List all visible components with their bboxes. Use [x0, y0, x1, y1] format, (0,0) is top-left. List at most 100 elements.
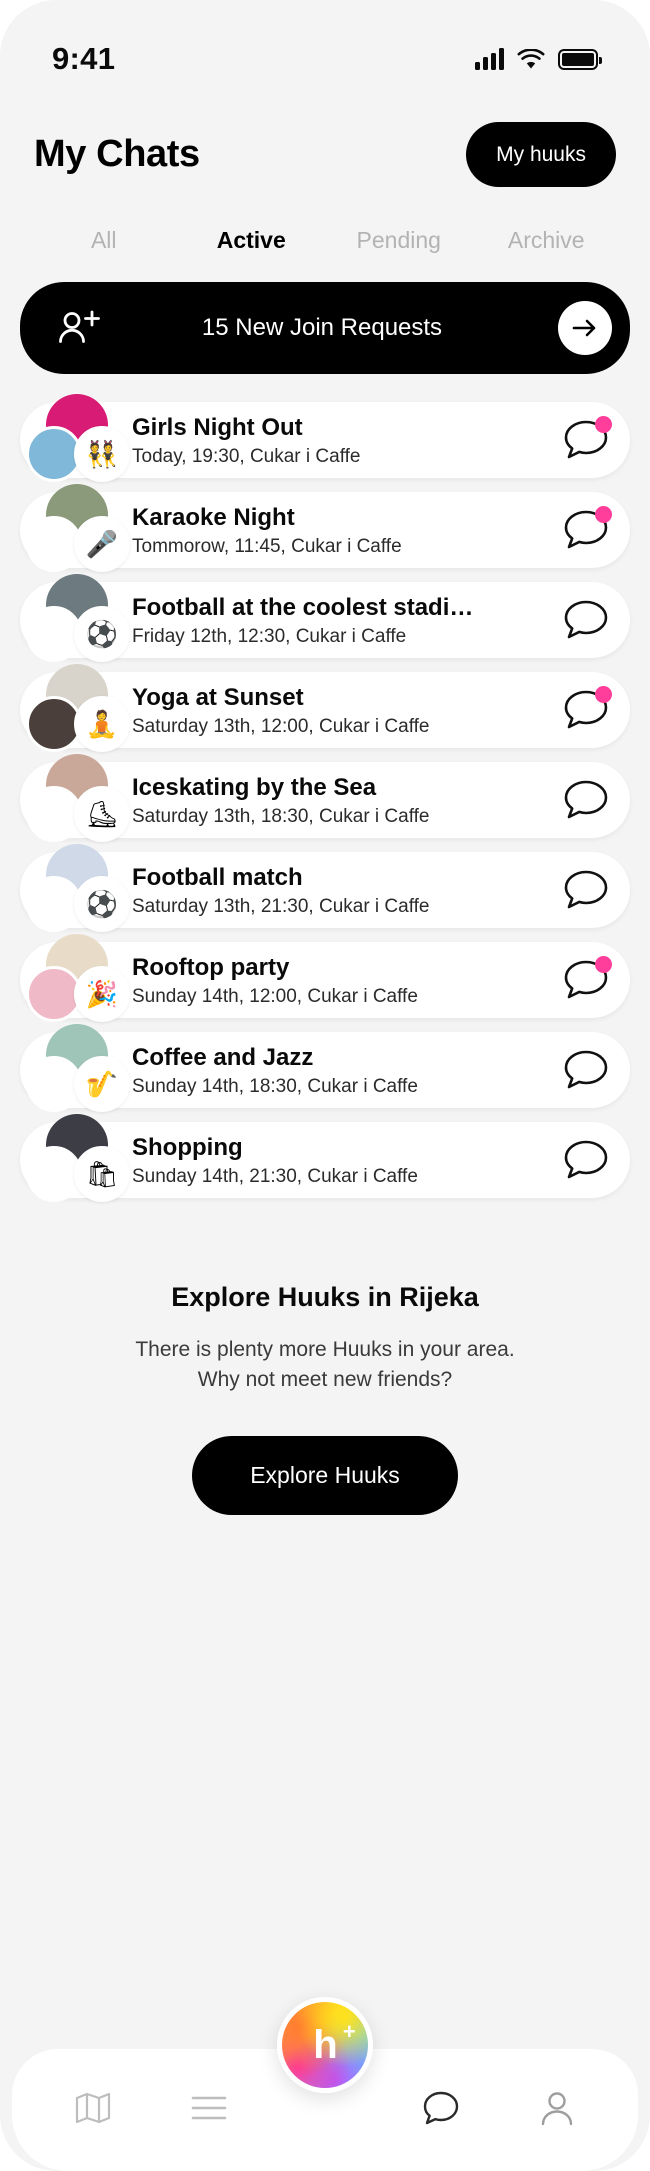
explore-title: Explore Huuks in Rijeka: [171, 1282, 479, 1312]
unread-dot: [595, 686, 612, 703]
chat-title: Shopping: [132, 1133, 243, 1161]
explore-subtitle-line1: There is plenty more Huuks in your area.: [135, 1338, 515, 1361]
arrow-right-icon[interactable]: [558, 301, 612, 355]
signal-bars-icon: [475, 48, 504, 70]
phone-screen: 9:41 My Chats My huuks All Active Pendin…: [0, 0, 650, 2171]
nav-chat-button[interactable]: [414, 2083, 468, 2137]
chat-bubble-icon[interactable]: [562, 416, 612, 462]
nav-list-button[interactable]: [182, 2083, 236, 2137]
chat-bubble-icon[interactable]: [562, 1138, 610, 1182]
fab-letter: h: [313, 2023, 337, 2067]
chat-text: Football at the coolest stadi… Friday 12t…: [132, 593, 554, 648]
chat-text: Yoga at Sunset Saturday 13th, 12:00, Cuka…: [132, 683, 554, 738]
join-requests-banner[interactable]: 15 New Join Requests: [20, 282, 630, 374]
chat-text: Karaoke Night Tommorow, 11:45, Cukar i Ca…: [132, 503, 554, 558]
fab-superscript: +: [342, 2019, 356, 2044]
explore-subtitle: There is plenty more Huuks in your area.…: [40, 1335, 610, 1396]
person-icon: [538, 2088, 576, 2133]
chat-row[interactable]: 🎤 Karaoke Night Tommorow, 11:45, Cukar i C…: [20, 484, 630, 572]
nav-map-button[interactable]: [66, 2083, 120, 2137]
avatar-group: 👯: [24, 394, 130, 486]
page-title: My Chats: [34, 133, 200, 175]
chat-title: Girls Night Out: [132, 413, 303, 441]
chat-title: Karaoke Night: [132, 503, 295, 531]
chat-emoji-badge: 👯: [74, 426, 130, 482]
bottom-nav-wrapper: h +: [0, 1981, 650, 2171]
chat-bubble-icon[interactable]: [562, 778, 610, 822]
chat-row[interactable]: 🎉 Rooftop party Sunday 14th, 12:00, Cukar …: [20, 934, 630, 1022]
chat-row[interactable]: ⚽ Football at the coolest stadi… Friday 12…: [20, 574, 630, 662]
status-time: 9:41: [52, 41, 116, 76]
chat-emoji-badge: 🛍: [74, 1146, 130, 1202]
explore-section: Explore Huuks in Rijeka There is plenty …: [0, 1282, 650, 1515]
chat-row[interactable]: ⛸ Iceskating by the Sea Saturday 13th, 18:…: [20, 754, 630, 842]
chat-subtitle: Today, 19:30, Cukar i Caffe: [132, 445, 361, 467]
avatar-group: 🎤: [24, 484, 130, 576]
chat-title: Yoga at Sunset: [132, 683, 304, 711]
chat-row[interactable]: ⚽ Football match Saturday 13th, 21:30, Cuk…: [20, 844, 630, 932]
chat-text: Coffee and Jazz Sunday 14th, 18:30, Cukar…: [132, 1043, 554, 1098]
huuk-plus-icon: h +: [313, 2021, 355, 2067]
chat-bubble-icon: [421, 2089, 461, 2132]
chat-emoji-badge: ⚽: [74, 606, 130, 662]
chat-bubble-icon[interactable]: [562, 598, 610, 642]
chat-subtitle: Sunday 14th, 12:00, Cukar i Caffe: [132, 985, 418, 1007]
chat-filter-tabs: All Active Pending Archive: [0, 187, 650, 254]
chat-emoji-badge: 🎉: [74, 966, 130, 1022]
tab-all[interactable]: All: [30, 227, 178, 254]
unread-dot: [595, 416, 612, 433]
chat-text: Shopping Sunday 14th, 21:30, Cukar i Caff…: [132, 1133, 554, 1188]
chat-emoji-badge: ⛸: [74, 786, 130, 842]
chat-row[interactable]: 👯 Girls Night Out Today, 19:30, Cukar i Ca…: [20, 394, 630, 482]
chat-subtitle: Saturday 13th, 21:30, Cukar i Caffe: [132, 895, 430, 917]
chat-subtitle: Friday 12th, 12:30, Cukar i Caffe: [132, 625, 407, 647]
wifi-icon: [517, 48, 545, 70]
avatar-group: 🧘: [24, 664, 130, 756]
chat-text: Iceskating by the Sea Saturday 13th, 18:3…: [132, 773, 554, 828]
unread-dot: [595, 956, 612, 973]
avatar-group: ⛸: [24, 754, 130, 846]
chat-title: Football at the coolest stadi…: [132, 593, 474, 621]
chat-emoji-badge: 🎷: [74, 1056, 130, 1112]
create-huuk-fab[interactable]: h +: [277, 1997, 373, 2093]
explore-huuks-button[interactable]: Explore Huuks: [192, 1435, 458, 1515]
chat-list: 👯 Girls Night Out Today, 19:30, Cukar i Ca…: [0, 394, 650, 1202]
status-bar: 9:41: [0, 0, 650, 96]
chat-row[interactable]: 🎷 Coffee and Jazz Sunday 14th, 18:30, Cuka…: [20, 1024, 630, 1112]
chat-bubble-icon[interactable]: [562, 1048, 610, 1092]
chat-bubble-icon[interactable]: [562, 868, 610, 912]
chat-bubble-icon[interactable]: [562, 506, 612, 552]
header: My Chats My huuks: [0, 96, 650, 187]
chat-text: Rooftop party Sunday 14th, 12:00, Cukar i…: [132, 953, 554, 1008]
chat-title: Football match: [132, 863, 303, 891]
avatar-group: 🎷: [24, 1024, 130, 1116]
chat-emoji-badge: ⚽: [74, 876, 130, 932]
status-icons: [475, 48, 602, 70]
chat-emoji-badge: 🧘: [74, 696, 130, 752]
unread-dot: [595, 506, 612, 523]
chat-subtitle: Sunday 14th, 18:30, Cukar i Caffe: [132, 1075, 418, 1097]
chat-subtitle: Saturday 13th, 18:30, Cukar i Caffe: [132, 805, 430, 827]
explore-subtitle-line2: Why not meet new friends?: [197, 1368, 453, 1392]
chat-row[interactable]: 🧘 Yoga at Sunset Saturday 13th, 12:00, Cuk…: [20, 664, 630, 752]
battery-full-icon: [558, 48, 602, 70]
tab-archive[interactable]: Archive: [473, 227, 621, 254]
nav-profile-button[interactable]: [530, 2083, 584, 2137]
avatar-group: ⚽: [24, 844, 130, 936]
chat-subtitle: Sunday 14th, 21:30, Cukar i Caffe: [132, 1165, 418, 1187]
chat-row[interactable]: 🛍 Shopping Sunday 14th, 21:30, Cukar i Caf…: [20, 1114, 630, 1202]
chat-bubble-icon[interactable]: [562, 686, 612, 732]
tab-active[interactable]: Active: [178, 227, 326, 254]
chat-title: Rooftop party: [132, 953, 290, 981]
tab-pending[interactable]: Pending: [325, 227, 473, 254]
my-huuks-button[interactable]: My huuks: [466, 122, 616, 187]
join-requests-label: 15 New Join Requests: [201, 314, 443, 341]
avatar-group: 🛍: [24, 1114, 130, 1206]
chat-emoji-badge: 🎤: [74, 516, 130, 572]
chat-bubble-icon[interactable]: [562, 956, 612, 1002]
chat-title: Coffee and Jazz: [132, 1043, 314, 1071]
avatar-group: 🎉: [24, 934, 130, 1026]
chat-subtitle: Tommorow, 11:45, Cukar i Caffe: [132, 535, 402, 557]
chat-title: Iceskating by the Sea: [132, 773, 377, 801]
avatar-group: ⚽: [24, 574, 130, 666]
